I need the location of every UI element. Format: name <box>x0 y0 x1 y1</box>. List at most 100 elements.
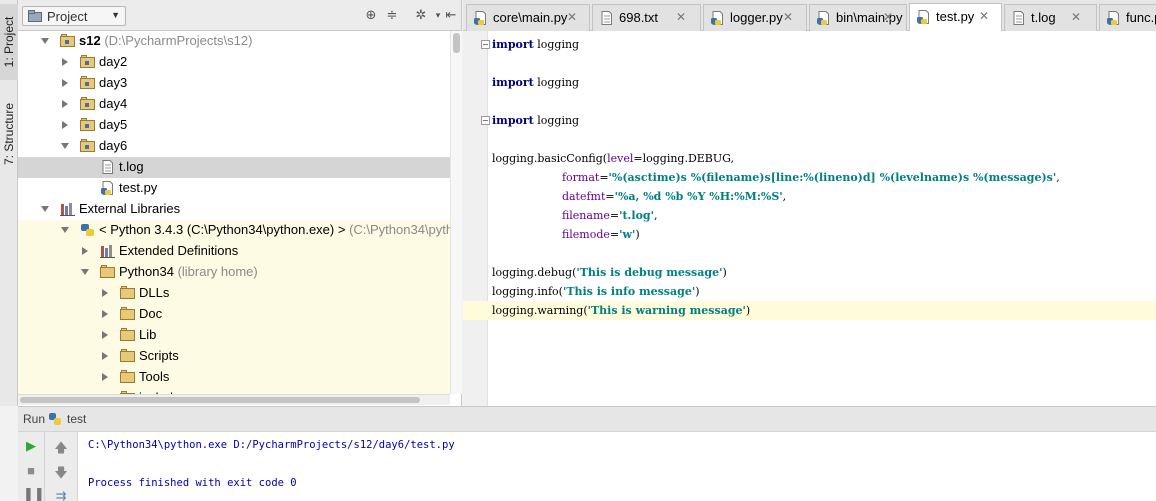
code-line[interactable]: format='%(asctime)s %(filename)s[line:%(… <box>492 168 1060 187</box>
code-text: =logging.DEBUG, <box>633 152 735 165</box>
close-icon[interactable]: ✕ <box>883 10 893 24</box>
hide-icon[interactable]: ⇤ <box>443 7 459 23</box>
editor-gutter[interactable] <box>463 31 488 406</box>
code-line[interactable]: filename='t.log', <box>492 206 658 225</box>
tree-item[interactable]: < Python 3.4.3 (C:\Python34\python.exe) … <box>18 220 450 241</box>
tree-item-label: t.log <box>119 159 144 174</box>
tree-item[interactable]: day2 <box>18 52 450 73</box>
tree-item[interactable]: DLLs <box>18 283 450 304</box>
expand-right-icon[interactable] <box>100 351 110 361</box>
expand-right-icon[interactable] <box>100 309 110 319</box>
tree-item[interactable]: External Libraries <box>18 199 450 220</box>
code-line[interactable]: import logging <box>492 111 579 130</box>
tree-item[interactable]: day4 <box>18 94 450 115</box>
editor-tab[interactable]: test.py ✕ <box>909 3 1002 31</box>
collapse-icon[interactable]: ≑ <box>384 7 400 23</box>
code-line[interactable]: import logging <box>492 35 579 54</box>
console-line: Process finished with exit code 0 <box>88 477 297 489</box>
editor-tab[interactable]: 698.txt ✕ <box>592 4 701 31</box>
run-console[interactable]: C:\Python34\python.exe D:/PycharmProject… <box>78 432 1156 501</box>
expand-right-icon[interactable] <box>100 288 110 298</box>
close-icon[interactable]: ✕ <box>783 10 793 24</box>
expand-right-icon[interactable] <box>60 99 70 109</box>
expand-down-icon[interactable] <box>60 141 70 151</box>
up-arrow-icon[interactable]: 🡅 <box>53 440 69 456</box>
close-icon[interactable]: ✕ <box>567 10 577 24</box>
project-tree: s12 (D:\PycharmProjects\s12) day2 day3 day4… <box>18 31 450 394</box>
tree-item-name: Lib <box>139 327 157 342</box>
expand-down-icon[interactable] <box>80 267 90 277</box>
editor-tab[interactable]: logger.py ✕ <box>703 4 807 31</box>
editor-tab[interactable]: core\main.py ✕ <box>466 4 590 31</box>
folder-icon <box>100 265 115 278</box>
code-kwarg: filename <box>561 209 610 222</box>
tree-item-label: test.py <box>119 180 157 195</box>
expand-right-icon[interactable] <box>60 78 70 88</box>
python-file-icon <box>917 10 929 24</box>
expand-right-icon[interactable] <box>100 330 110 340</box>
close-icon[interactable]: ✕ <box>979 9 989 23</box>
tree-item[interactable]: Lib <box>18 325 450 346</box>
expand-down-icon[interactable] <box>60 225 70 235</box>
tree-item[interactable]: s12 (D:\PycharmProjects\s12) <box>18 31 450 52</box>
target-icon[interactable]: ⊕ <box>363 7 379 23</box>
tree-item[interactable]: day5 <box>18 115 450 136</box>
rerun-button[interactable]: ▶ <box>23 438 39 454</box>
gear-icon[interactable]: ✲ <box>413 7 429 23</box>
tree-item[interactable]: Tools <box>18 367 450 388</box>
tree-item[interactable]: Doc <box>18 304 450 325</box>
tree-item[interactable]: Python34 (library home) <box>18 262 450 283</box>
code-text: ) <box>695 285 700 298</box>
tree-item[interactable]: Extended Definitions <box>18 241 450 262</box>
code-line[interactable]: logging.info('This is info message') <box>492 282 700 301</box>
run-config-name[interactable]: test <box>67 412 86 426</box>
project-view-label: Project <box>47 9 88 24</box>
code-keyword: import <box>492 76 534 89</box>
code-line[interactable]: logging.basicConfig(level=logging.DEBUG, <box>492 149 734 168</box>
tree-horizontal-scrollbar[interactable] <box>18 394 450 405</box>
tree-item-label: day3 <box>99 75 127 90</box>
expand-right-icon[interactable] <box>60 120 70 130</box>
tree-item-name: DLLs <box>139 285 170 300</box>
editor-tab[interactable]: t.log ✕ <box>1004 4 1097 31</box>
expand-down-icon[interactable] <box>40 204 50 214</box>
fold-marker-icon[interactable] <box>481 116 490 125</box>
expand-down-icon[interactable] <box>40 36 50 46</box>
editor-tab-label: test.py <box>936 9 975 24</box>
expand-right-icon[interactable] <box>80 246 90 256</box>
tree-vertical-scrollbar[interactable] <box>450 31 462 394</box>
close-icon[interactable]: ✕ <box>676 10 686 24</box>
tree-item-name: External Libraries <box>79 201 181 216</box>
console-line: C:\Python34\python.exe D:/PycharmProject… <box>88 439 455 451</box>
tree-item[interactable]: day6 <box>18 136 450 157</box>
tree-item[interactable]: t.log <box>18 157 450 178</box>
close-icon[interactable]: ✕ <box>1071 10 1081 24</box>
code-line[interactable]: import logging <box>492 73 579 92</box>
tree-item[interactable]: test.py <box>18 178 450 199</box>
project-tool-tab[interactable]: 1: Project <box>0 4 18 80</box>
soft-wrap-icon[interactable]: ⇉ <box>53 488 69 501</box>
code-editor[interactable]: import logging import logging import loggi… <box>463 31 1156 406</box>
code-line[interactable]: filemode='w') <box>492 225 640 244</box>
expand-right-icon[interactable] <box>60 57 70 67</box>
stop-button[interactable]: ■ <box>23 463 39 479</box>
editor-tab[interactable]: bin\main.py ✕ <box>809 4 907 31</box>
tree-item[interactable]: Scripts <box>18 346 450 367</box>
down-arrow-icon[interactable]: 🡇 <box>53 465 69 481</box>
pause-button[interactable]: ❚❚ <box>23 486 45 501</box>
expand-right-icon[interactable] <box>100 372 110 382</box>
chevron-down-icon: ▼ <box>111 10 120 20</box>
code-kwarg: format <box>561 171 600 184</box>
code-line[interactable]: logging.debug('This is debug message') <box>492 263 727 282</box>
code-line-current[interactable]: logging.warning('This is warning message… <box>463 301 1156 320</box>
editor-tab[interactable]: func.py <box>1099 4 1156 31</box>
folder-icon <box>80 97 95 110</box>
fold-marker-icon[interactable] <box>481 40 490 49</box>
python-file-icon <box>101 181 113 195</box>
tree-item[interactable]: day3 <box>18 73 450 94</box>
project-view-selector[interactable]: Project ▼ <box>22 6 126 26</box>
tree-item-label: Tools <box>139 369 169 384</box>
code-line[interactable]: datefmt='%a, %d %b %Y %H:%M:%S', <box>492 187 786 206</box>
structure-tool-tab[interactable]: 7: Structure <box>0 92 18 176</box>
